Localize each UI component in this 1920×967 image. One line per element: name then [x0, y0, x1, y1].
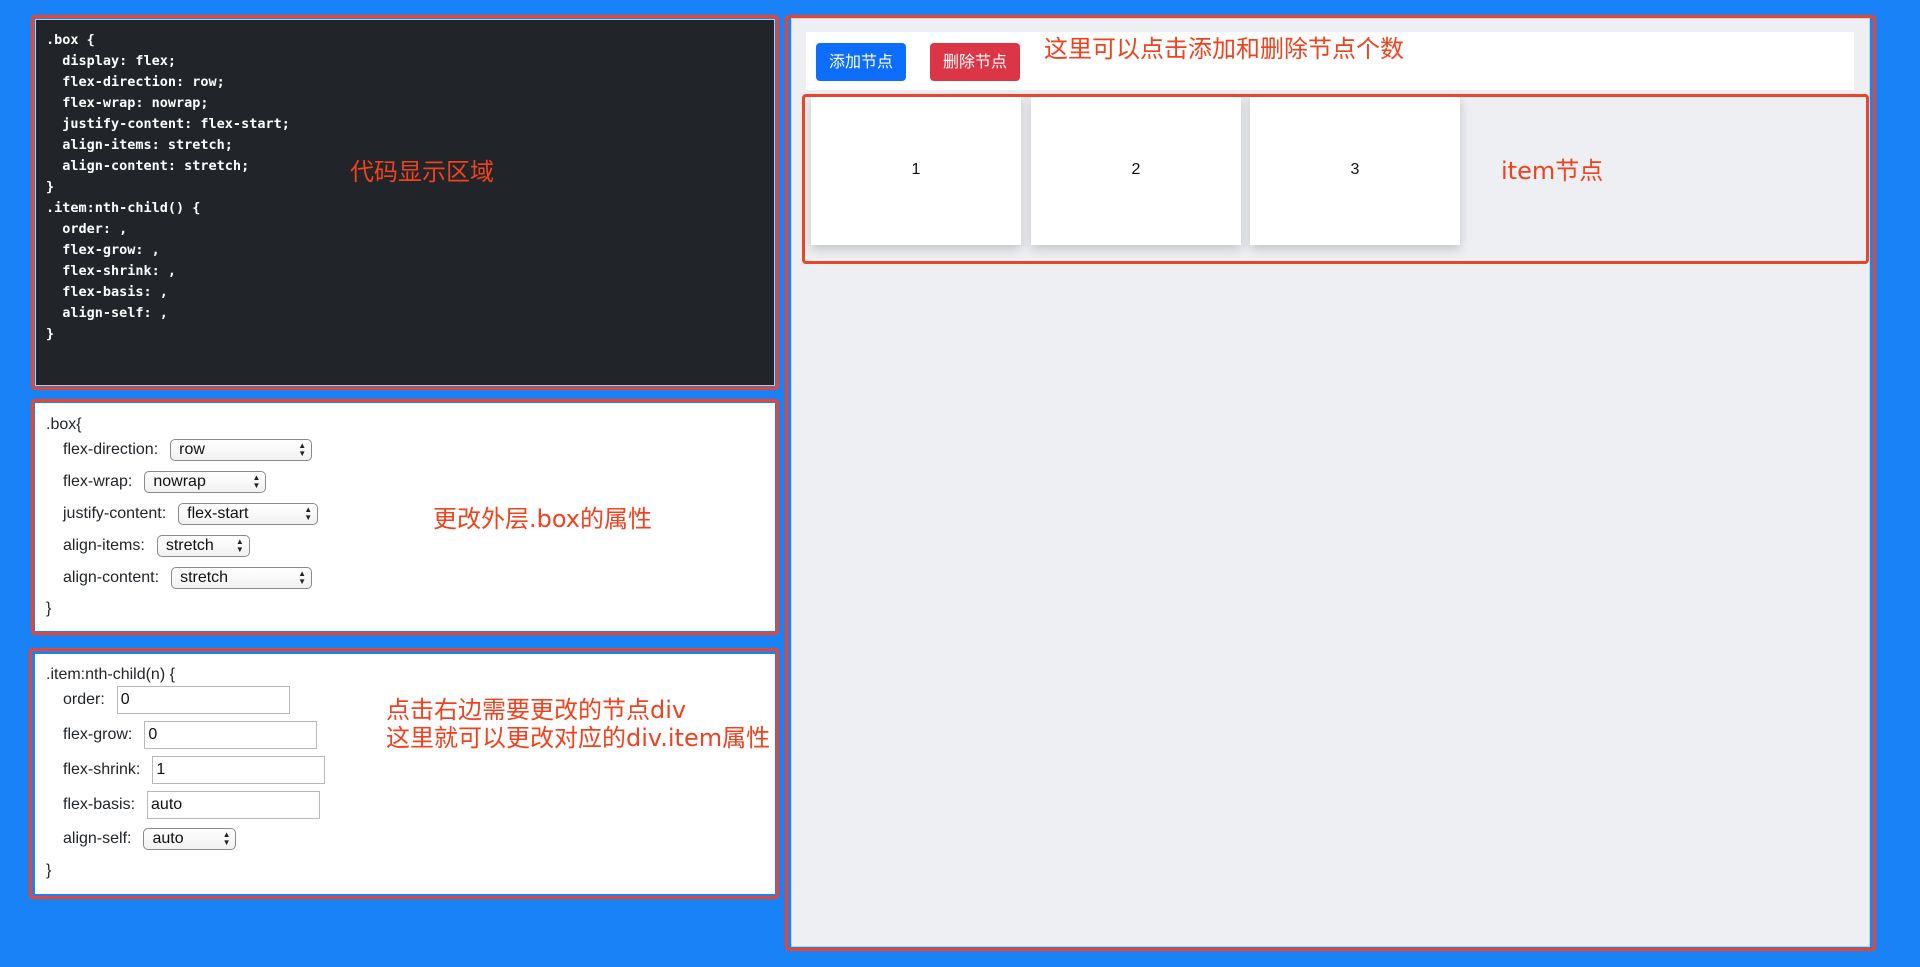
select-arrows-icon: ▲ ▼	[298, 441, 307, 458]
select-arrows-icon: ▲ ▼	[252, 473, 261, 490]
flex-item[interactable]: 2	[1031, 95, 1241, 245]
justify-content-label: justify-content:	[63, 505, 167, 522]
align-self-select[interactable]: auto ▲ ▼	[143, 828, 237, 850]
order-label: order:	[63, 691, 105, 708]
item-open-brace: .item:nth-child(n) {	[46, 666, 175, 683]
flex-basis-label: flex-basis:	[63, 796, 136, 813]
justify-content-select[interactable]: flex-start ▲ ▼	[178, 503, 319, 525]
annotation-item-nodes: item节点	[1501, 157, 1604, 185]
flex-basis-input[interactable]: auto	[147, 791, 321, 819]
flex-item[interactable]: 1	[811, 95, 1021, 245]
flex-shrink-label: flex-shrink:	[63, 761, 141, 778]
align-self-row: align-self: auto ▲ ▼	[35, 826, 237, 852]
align-content-label: align-content:	[63, 569, 160, 586]
code-display-panel: .box { display: flex; flex-direction: ro…	[35, 19, 775, 386]
flex-direction-select[interactable]: row ▲ ▼	[170, 439, 313, 461]
flex-wrap-select[interactable]: nowrap ▲ ▼	[144, 471, 267, 493]
item-close-brace: }	[46, 862, 52, 879]
select-arrows-icon: ▲ ▼	[222, 830, 231, 847]
flex-item[interactable]: 3	[1250, 95, 1460, 245]
flex-direction-label: flex-direction:	[63, 441, 159, 458]
delete-node-button[interactable]: 删除节点	[930, 43, 1020, 81]
flex-wrap-row: flex-wrap: nowrap ▲ ▼	[35, 469, 267, 495]
flex-wrap-label: flex-wrap:	[63, 473, 133, 490]
flex-basis-row: flex-basis: auto	[35, 791, 321, 819]
align-content-select[interactable]: stretch ▲ ▼	[171, 567, 313, 589]
annotation-item-note-1: 点击右边需要更改的节点div	[386, 696, 687, 724]
flex-shrink-row: flex-shrink: 1	[35, 756, 326, 784]
order-input[interactable]: 0	[116, 686, 290, 714]
flex-grow-label: flex-grow:	[63, 726, 133, 743]
align-items-row: align-items: stretch ▲ ▼	[35, 533, 250, 559]
align-content-row: align-content: stretch ▲ ▼	[35, 565, 313, 591]
annotation-code-area: 代码显示区域	[350, 158, 494, 186]
box-properties-panel: .box{ flex-direction: row ▲ ▼ flex-wrap: …	[35, 403, 775, 631]
annotation-box-props: 更改外层.box的属性	[433, 505, 653, 533]
select-arrows-icon: ▲ ▼	[304, 505, 313, 522]
annotation-toolbar: 这里可以点击添加和删除节点个数	[1044, 35, 1404, 63]
add-node-button[interactable]: 添加节点	[816, 43, 906, 81]
select-arrows-icon: ▲ ▼	[235, 537, 244, 554]
flex-grow-input[interactable]: 0	[144, 721, 318, 749]
align-items-select[interactable]: stretch ▲ ▼	[156, 535, 250, 557]
flex-grow-row: flex-grow: 0	[35, 721, 318, 749]
flex-shrink-input[interactable]: 1	[152, 756, 326, 784]
align-items-label: align-items:	[63, 537, 145, 554]
box-open-brace: .box{	[46, 416, 82, 433]
select-arrows-icon: ▲ ▼	[298, 569, 307, 586]
box-close-brace: }	[46, 600, 52, 617]
item-properties-panel: .item:nth-child(n) { order: 0 flex-grow:…	[35, 654, 775, 894]
flex-direction-row: flex-direction: row ▲ ▼	[35, 437, 313, 463]
annotation-item-note-2: 这里就可以更改对应的div.item属性	[386, 724, 771, 752]
justify-content-row: justify-content: flex-start ▲ ▼	[35, 501, 319, 527]
order-row: order: 0	[35, 686, 290, 714]
align-self-label: align-self:	[63, 830, 132, 847]
